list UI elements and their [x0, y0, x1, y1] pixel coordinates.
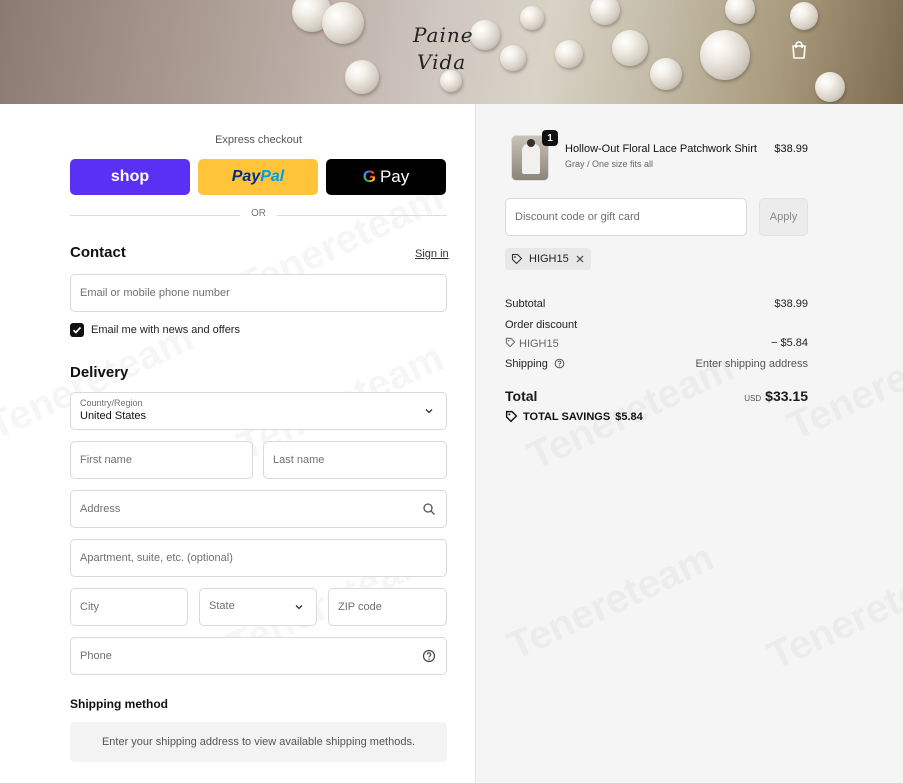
pearl-decoration	[790, 2, 818, 30]
store-logo[interactable]: Paine Vida	[413, 22, 474, 76]
country-select[interactable]: Country/Region United States	[70, 392, 447, 430]
product-variant: Gray / One size fits all	[565, 159, 654, 169]
applied-discount-tag: HIGH15	[505, 248, 591, 270]
phone-field[interactable]: Phone	[70, 637, 447, 675]
help-icon[interactable]	[422, 649, 436, 663]
help-icon[interactable]	[554, 358, 565, 369]
city-field[interactable]: City	[70, 588, 188, 626]
country-label: Country/Region	[80, 398, 143, 408]
pearl-decoration	[555, 40, 583, 68]
pearl-decoration	[520, 6, 544, 30]
shipping-method-heading: Shipping method	[70, 697, 168, 711]
product-image-shirt	[522, 144, 540, 174]
applied-code-label: HIGH15	[529, 253, 569, 265]
newsletter-label: Email me with news and offers	[91, 324, 240, 336]
first-name-field[interactable]: First name	[70, 441, 253, 479]
apply-button[interactable]: Apply	[759, 198, 808, 236]
google-pay-label: Pay	[379, 167, 410, 186]
pearl-decoration	[700, 30, 750, 80]
pearl-decoration	[470, 20, 500, 50]
first-name-placeholder: First name	[80, 454, 132, 466]
phone-placeholder: Phone	[80, 650, 112, 662]
newsletter-checkbox[interactable]	[70, 323, 84, 337]
quantity-badge: 1	[542, 130, 558, 146]
shipping-row: Shipping Enter shipping address	[505, 358, 808, 370]
discount-value: − $5.84	[770, 337, 808, 349]
shop-pay-button[interactable]: shop	[70, 159, 190, 195]
pearl-decoration	[650, 58, 682, 90]
subtotal-value: $38.99	[774, 298, 808, 310]
pearl-decoration	[815, 72, 845, 102]
pearl-decoration	[612, 30, 648, 66]
pearl-decoration	[725, 0, 755, 24]
pearl-decoration	[322, 2, 364, 44]
pearl-decoration	[500, 45, 526, 71]
discount-placeholder: Discount code or gift card	[515, 211, 640, 223]
shop-pay-label: shop	[110, 168, 150, 185]
chevron-down-icon	[425, 409, 433, 414]
last-name-placeholder: Last name	[273, 454, 325, 466]
order-discount-row: Order discount	[505, 319, 808, 331]
logo-line-2: Vida	[417, 50, 467, 74]
checkmark-icon	[72, 326, 82, 334]
product-name: Hollow-Out Floral Lace Patchwork Shirt	[565, 143, 757, 155]
paypal-label-part2: Pal	[260, 168, 285, 185]
or-label: OR	[251, 208, 266, 219]
or-divider: OR	[70, 208, 447, 222]
delivery-heading: Delivery	[70, 364, 129, 381]
product-image-model	[527, 139, 535, 147]
total-amount: USD $33.15	[700, 388, 808, 404]
shopping-bag-icon[interactable]	[789, 40, 809, 60]
email-field[interactable]: Email or mobile phone number	[70, 274, 447, 312]
google-pay-button[interactable]: G Pay	[326, 159, 446, 195]
zip-field[interactable]: ZIP code	[328, 588, 447, 626]
shipping-method-placeholder-box: Enter your shipping address to view avai…	[70, 722, 447, 762]
subtotal-row: Subtotal $38.99	[505, 298, 808, 310]
pearl-decoration	[590, 0, 620, 25]
total-savings: TOTAL SAVINGS $5.84	[505, 410, 643, 423]
total-value: $33.15	[765, 388, 808, 404]
subtotal-label: Subtotal	[505, 298, 546, 310]
address-field[interactable]: Address	[70, 490, 447, 528]
last-name-field[interactable]: Last name	[263, 441, 447, 479]
state-placeholder: State	[209, 600, 235, 612]
savings-value: $5.84	[615, 410, 643, 423]
apartment-field[interactable]: Apartment, suite, etc. (optional)	[70, 539, 447, 577]
email-placeholder: Email or mobile phone number	[80, 287, 230, 299]
country-value: United States	[80, 410, 147, 422]
pearl-decoration	[345, 60, 379, 94]
order-discount-label: Order discount	[505, 319, 578, 331]
shipping-method-message: Enter your shipping address to view avai…	[101, 736, 416, 748]
search-icon	[423, 503, 435, 515]
express-checkout-title: Express checkout	[215, 134, 302, 146]
shipping-label: Shipping	[505, 358, 548, 370]
total-label: Total	[505, 388, 538, 404]
apartment-placeholder: Apartment, suite, etc. (optional)	[80, 552, 233, 564]
address-placeholder: Address	[80, 503, 121, 515]
contact-heading: Contact	[70, 244, 126, 261]
city-placeholder: City	[80, 601, 99, 613]
google-g-icon: G	[362, 167, 376, 186]
currency-code: USD	[744, 394, 762, 403]
product-price: $38.99	[774, 143, 808, 155]
tag-icon	[511, 253, 523, 265]
logo-line-1: Paine	[413, 23, 474, 47]
paypal-button[interactable]: Pay Pal	[198, 159, 318, 195]
tag-icon	[505, 410, 518, 423]
discount-code-field[interactable]: Discount code or gift card	[505, 198, 747, 236]
savings-label: TOTAL SAVINGS	[523, 410, 611, 423]
discount-code-label: HIGH15	[519, 338, 559, 350]
zip-placeholder: ZIP code	[338, 601, 382, 613]
remove-discount-icon[interactable]	[575, 254, 585, 264]
state-select[interactable]: State	[199, 588, 317, 626]
discount-code-row: HIGH15 − $5.84	[505, 337, 808, 350]
shipping-value: Enter shipping address	[695, 358, 808, 370]
sign-in-link[interactable]: Sign in	[415, 248, 449, 260]
chevron-down-icon	[295, 605, 303, 610]
header-banner: Paine Vida	[0, 0, 903, 104]
paypal-label-part1: Pay	[231, 168, 261, 185]
tag-icon	[505, 337, 516, 348]
